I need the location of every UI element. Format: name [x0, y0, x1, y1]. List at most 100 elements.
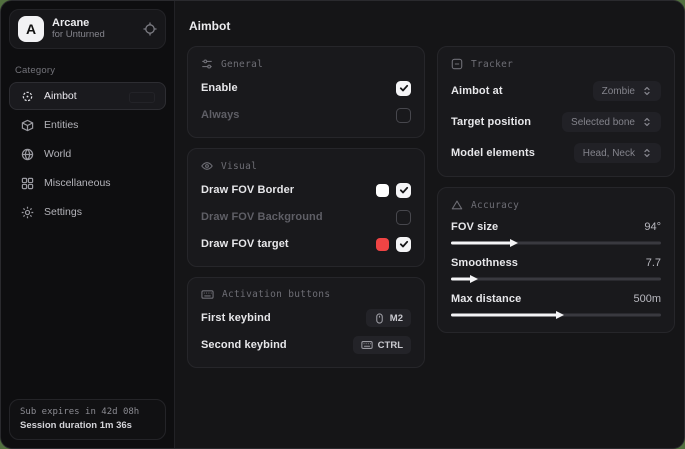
faint-hint-badge [129, 92, 155, 103]
smoothness-group: Smoothness 7.7 [451, 257, 661, 283]
aimbot-at-row: Aimbot at Zombie [451, 81, 661, 101]
select-value: Zombie [602, 86, 635, 97]
crosshair-icon [21, 90, 34, 103]
fov-target-label: Draw FOV target [201, 238, 289, 250]
unfold-icon [642, 148, 652, 158]
fov-size-value: 94° [644, 221, 661, 233]
aimbot-at-label: Aimbot at [451, 85, 503, 97]
fov-target-color-swatch[interactable] [376, 238, 389, 251]
fov-background-checkbox[interactable] [396, 210, 411, 225]
sidebar-nav: Aimbot Entities World [1, 82, 174, 226]
first-keybind-button[interactable]: M2 [366, 309, 411, 327]
fov-border-row: Draw FOV Border [201, 181, 411, 199]
target-position-row: Target position Selected bone [451, 112, 661, 132]
mouse-icon [374, 313, 385, 324]
brand-logo: A [18, 16, 44, 42]
fov-border-color-swatch[interactable] [376, 184, 389, 197]
keyboard-icon [201, 289, 214, 300]
model-elements-select[interactable]: Head, Neck [574, 143, 661, 163]
sidebar-item-world[interactable]: World [9, 140, 166, 168]
slider-thumb[interactable] [556, 311, 564, 319]
fov-target-checkbox[interactable] [396, 237, 411, 252]
page-title: Aimbot [189, 19, 672, 33]
max-distance-group: Max distance 500m [451, 293, 661, 319]
tracker-frame-icon [451, 58, 463, 70]
always-row: Always [201, 106, 411, 124]
grid-icon [21, 177, 34, 190]
sliders-icon [201, 58, 213, 70]
unfold-icon [642, 86, 652, 96]
sidebar-item-label: Miscellaneous [44, 177, 111, 189]
general-card: General Enable Always [187, 46, 425, 138]
left-column: General Enable Always [187, 46, 425, 368]
first-keybind-label: First keybind [201, 312, 271, 324]
sidebar-item-label: World [44, 148, 71, 160]
section-title: Accuracy [471, 200, 519, 211]
activation-card: Activation buttons First keybind M2 [187, 277, 425, 368]
sidebar-item-label: Settings [44, 206, 82, 218]
section-title: General [221, 59, 263, 70]
section-title: Visual [221, 161, 257, 172]
category-label: Category [15, 65, 160, 76]
unfold-icon [642, 117, 652, 127]
globe-icon [21, 148, 34, 161]
eye-icon [201, 160, 213, 172]
target-position-label: Target position [451, 116, 531, 128]
fov-target-row: Draw FOV target [201, 235, 411, 253]
smoothness-label: Smoothness [451, 257, 518, 269]
smoothness-slider[interactable] [451, 274, 661, 283]
brand-subtitle: for Unturned [52, 30, 135, 41]
first-keybind-row: First keybind M2 [201, 309, 411, 327]
fov-border-label: Draw FOV Border [201, 184, 294, 196]
accuracy-card: Accuracy FOV size 94° Smoothness [437, 187, 675, 333]
visual-card: Visual Draw FOV Border Draw FOV Backgrou… [187, 148, 425, 267]
keyboard-icon [361, 340, 373, 350]
max-distance-value: 500m [633, 293, 661, 305]
keybind-value: CTRL [378, 340, 403, 351]
sidebar-item-label: Aimbot [44, 90, 77, 102]
enable-label: Enable [201, 82, 238, 94]
right-column: Tracker Aimbot at Zombie Target position [437, 46, 675, 333]
arcane-window: A Arcane for Unturned Category Aimbot [0, 0, 685, 449]
tracker-card: Tracker Aimbot at Zombie Target position [437, 46, 675, 177]
session-duration-text: Session duration 1m 36s [20, 420, 155, 431]
slider-thumb[interactable] [470, 275, 478, 283]
second-keybind-row: Second keybind CTRL [201, 336, 411, 354]
fov-background-label: Draw FOV Background [201, 211, 323, 223]
fov-size-slider[interactable] [451, 238, 661, 247]
enable-row: Enable [201, 79, 411, 97]
sidebar-item-miscellaneous[interactable]: Miscellaneous [9, 169, 166, 197]
sub-expires-text: Sub expires in 42d 08h [20, 407, 155, 417]
section-title: Tracker [471, 59, 513, 70]
brand-title: Arcane [52, 17, 135, 30]
box-icon [21, 119, 34, 132]
fov-size-label: FOV size [451, 221, 498, 233]
select-value: Selected bone [571, 117, 635, 128]
fov-size-group: FOV size 94° [451, 221, 661, 247]
main-content: Aimbot General Enable [175, 1, 684, 448]
model-elements-row: Model elements Head, Neck [451, 143, 661, 163]
model-elements-label: Model elements [451, 147, 535, 159]
target-position-select[interactable]: Selected bone [562, 112, 661, 132]
sidebar-item-label: Entities [44, 119, 78, 131]
section-title: Activation buttons [222, 289, 330, 300]
subscription-card: Sub expires in 42d 08h Session duration … [9, 399, 166, 440]
crosshair-target-icon[interactable] [143, 22, 157, 36]
max-distance-slider[interactable] [451, 310, 661, 319]
sidebar-item-entities[interactable]: Entities [9, 111, 166, 139]
second-keybind-button[interactable]: CTRL [353, 336, 411, 354]
second-keybind-label: Second keybind [201, 339, 287, 351]
keybind-value: M2 [390, 313, 403, 324]
brand-text: Arcane for Unturned [52, 17, 135, 41]
enable-checkbox[interactable] [396, 81, 411, 96]
always-checkbox[interactable] [396, 108, 411, 123]
fov-border-checkbox[interactable] [396, 183, 411, 198]
select-value: Head, Neck [583, 148, 635, 159]
slider-thumb[interactable] [510, 239, 518, 247]
sidebar-item-aimbot[interactable]: Aimbot [9, 82, 166, 110]
smoothness-value: 7.7 [646, 257, 661, 269]
brand-card: A Arcane for Unturned [9, 9, 166, 49]
aimbot-at-select[interactable]: Zombie [593, 81, 661, 101]
sidebar-item-settings[interactable]: Settings [9, 198, 166, 226]
always-label: Always [201, 109, 240, 121]
